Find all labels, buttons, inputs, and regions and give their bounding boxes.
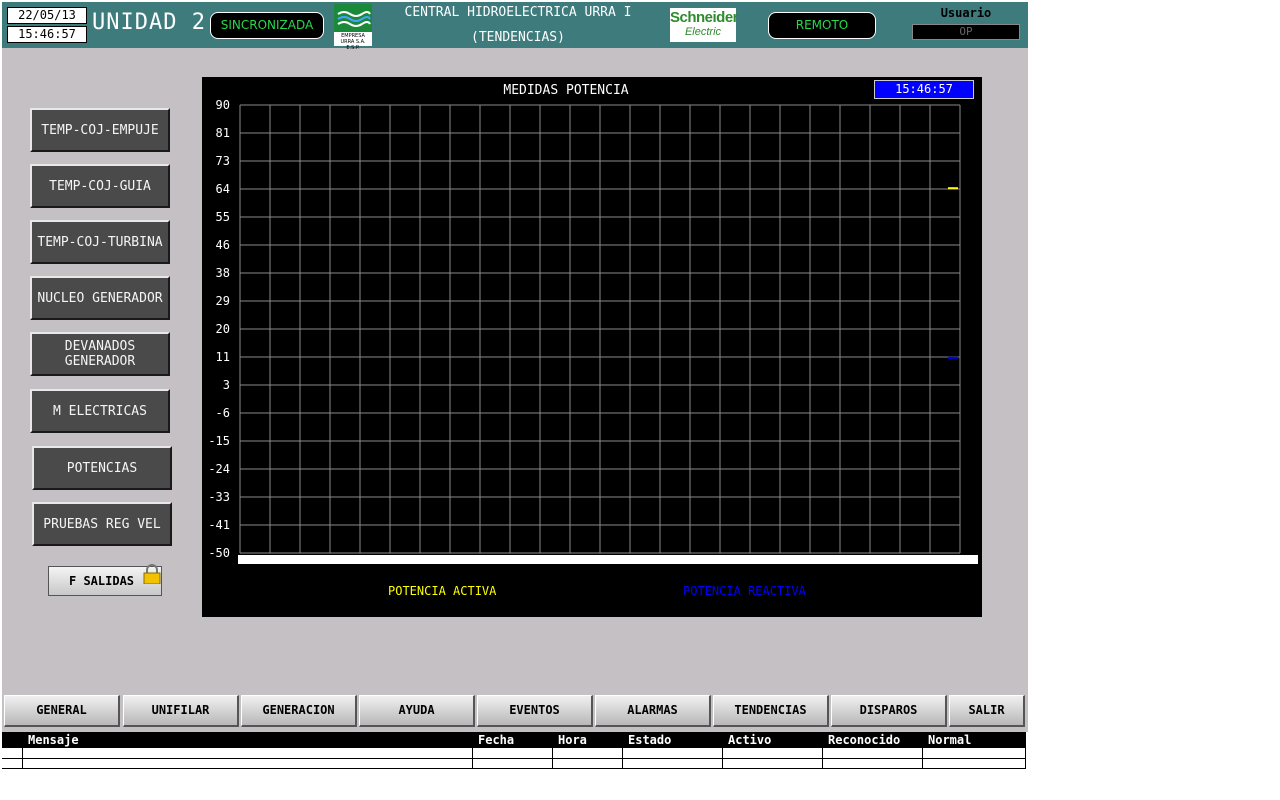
nav-potencias-button[interactable]: POTENCIAS [32,446,172,490]
col-activo: Activo [728,733,772,747]
nav-button-label: DEVANADOS [64,339,136,354]
lock-icon [142,564,162,585]
date-display: 22/05/13 [7,7,87,24]
tab-alarmas[interactable]: ALARMAS [595,695,711,727]
column-divider [622,748,623,769]
nav-button-label: POTENCIAS [66,460,138,476]
unit-title: UNIDAD 2 [92,10,206,35]
table-row[interactable] [2,749,1026,759]
schneider-logo-text: Schneider [670,9,739,26]
tab-disparos[interactable]: DISPAROS [831,695,947,727]
column-divider [722,748,723,769]
y-tick-label: 55 [216,210,230,224]
nav-temp-coj-turbina-button[interactable]: TEMP-COJ-TURBINA [30,220,170,264]
y-tick-label: 64 [216,182,230,196]
column-divider [922,748,923,769]
nav-button-label: NUCLEO GENERADOR [37,290,163,306]
urra-logo-subtext: URRA S.A. E.S.P. [340,39,366,51]
electric-logo-text: Electric [684,26,722,38]
nav-temp-coj-guia-button[interactable]: TEMP-COJ-GUIA [30,164,170,208]
y-tick-label: 3 [223,378,230,392]
tab-general[interactable]: GENERAL [4,695,120,727]
tab-tendencias[interactable]: TENDENCIAS [713,695,829,727]
column-divider [552,748,553,769]
y-tick-label: -50 [208,546,230,560]
column-divider [22,748,23,769]
nav-button-label: PRUEBAS REG VEL [43,516,161,532]
schneider-logo: Schneider Electric [670,8,739,42]
col-hora: Hora [558,733,587,747]
remote-mode-badge: REMOTO [768,12,876,39]
y-tick-label: 11 [216,350,230,364]
urra-logo: EMPRESA URRA S.A. E.S.P. [334,4,372,51]
tab-salir[interactable]: SALIR [949,695,1025,727]
tab-eventos[interactable]: EVENTOS [477,695,593,727]
nav-button-label: TEMP-COJ-TURBINA [37,234,163,250]
screen-name: (TENDENCIAS) [471,30,565,45]
nav-button-label: M ELECTRICAS [53,403,147,419]
nav-m-electricas-button[interactable]: M ELECTRICAS [30,389,170,433]
nav-button-label: TEMP-COJ-EMPUJE [41,122,159,138]
scada-window: 22/05/13 15:46:57 UNIDAD 2 SINCRONIZADA … [2,2,1028,769]
legend-potencia-activa: POTENCIA ACTIVA [388,584,497,598]
time-display: 15:46:57 [7,26,87,43]
y-tick-label: 38 [216,266,230,280]
chart-title: MEDIDAS POTENCIA [503,83,629,98]
y-tick-label: -33 [208,490,230,504]
trend-chart: 90 81 73 64 55 46 38 29 20 11 3 -6 -15 -24 -33 -41 -50 [208,98,978,564]
nav-nucleo-generador-button[interactable]: NUCLEO GENERADOR [30,276,170,320]
y-tick-label: -24 [208,462,230,476]
user-field[interactable]: OP [912,24,1020,40]
col-mensaje: Mensaje [28,733,79,747]
bottom-tab-bar: GENERAL UNIFILAR GENERACION AYUDA EVENTO… [2,690,1028,732]
y-tick-label: 90 [216,98,230,112]
alarm-table: Mensaje Fecha Hora Estado Activo Reconoc… [2,732,1028,769]
y-tick-label: 20 [216,322,230,336]
tab-ayuda[interactable]: AYUDA [359,695,475,727]
nav-button-label-line2: GENERADOR [64,354,136,369]
y-tick-label: 46 [216,238,230,252]
y-tick-label: -15 [208,434,230,448]
alarm-table-header: Mensaje Fecha Hora Estado Activo Reconoc… [2,732,1026,748]
chart-timestamp: 15:46:57 [874,80,974,99]
trend-chart-panel: 90 81 73 64 55 46 38 29 20 11 3 -6 -15 -24 -33 -41 -50 M… [202,77,982,617]
col-normal: Normal [928,733,972,747]
col-estado: Estado [628,733,672,747]
y-tick-label: 81 [216,126,230,140]
nav-temp-coj-empuje-button[interactable]: TEMP-COJ-EMPUJE [30,108,170,152]
col-fecha: Fecha [478,733,515,747]
sync-status-badge: SINCRONIZADA [210,12,324,39]
tab-generacion[interactable]: GENERACION [241,695,357,727]
nav-devanados-generador-button[interactable]: DEVANADOS GENERADOR [30,332,170,376]
y-tick-label: -6 [216,406,230,420]
f-salidas-label: F SALIDAS [69,574,135,588]
column-divider [472,748,473,769]
nav-pruebas-reg-vel-button[interactable]: PRUEBAS REG VEL [32,502,172,546]
col-reconocido: Reconocido [828,733,901,747]
y-tick-label: -41 [208,518,230,532]
y-tick-label: 73 [216,154,230,168]
table-row[interactable] [2,759,1026,769]
chart-scrollbar[interactable] [238,555,978,564]
legend-potencia-reactiva: POTENCIA REACTIVA [683,584,806,598]
y-tick-label: 29 [216,294,230,308]
tab-unifilar[interactable]: UNIFILAR [123,695,239,727]
column-divider [1025,748,1026,769]
plant-name: CENTRAL HIDROELECTRICA URRA I [404,5,632,20]
user-label: Usuario [940,6,992,20]
header-bar: 22/05/13 15:46:57 UNIDAD 2 SINCRONIZADA … [2,2,1028,51]
column-divider [822,748,823,769]
nav-button-label: TEMP-COJ-GUIA [49,178,151,194]
